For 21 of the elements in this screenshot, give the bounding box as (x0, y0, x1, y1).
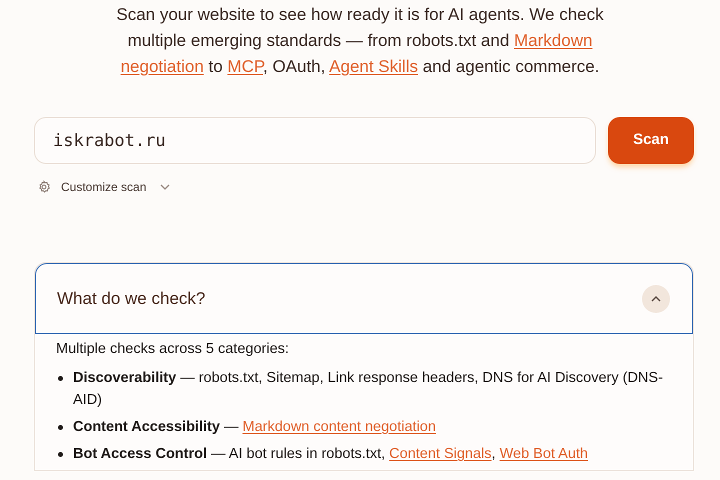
link[interactable]: Content Signals (389, 446, 492, 462)
link[interactable]: Web Bot Auth (500, 446, 588, 462)
bullet-icon (58, 376, 63, 381)
bullet-icon (58, 425, 63, 430)
url-input-field[interactable]: iskrabot.ru (34, 117, 596, 164)
link[interactable]: Agent Skills (329, 57, 418, 76)
bullet-icon (58, 452, 63, 457)
link[interactable]: Markdown (514, 31, 592, 50)
link[interactable]: Markdown content negotiation (242, 419, 436, 435)
link[interactable]: MCP (227, 57, 263, 76)
link[interactable]: negotiation (120, 57, 204, 76)
settings-icon (37, 180, 51, 194)
category-intro-text: Multiple checks across 5 categories: (56, 340, 290, 359)
intro-text: Scan your website to see how ready it is for AI agents. We check multiple emerging standards — from robots.txt and Markdown negotiation to MCP, OAuth, Agent Skills and agentic commerce. (115, 4, 605, 78)
faq-question-button[interactable]: What do we check? (35, 263, 693, 334)
customize-scan-button[interactable]: Customize scan (37, 178, 172, 196)
category-text: Bot Access Control — AI bot rules in robots.txt, Content Signals, Web Bot Auth (73, 445, 588, 464)
category-text: Discoverability — robots.txt, Sitemap, Link response headers, DNS for AI Discovery (DNS-AID) (73, 369, 664, 410)
scan-button[interactable]: Scan (608, 117, 694, 164)
category-text: Content Accessibility — Markdown content negotiation (73, 418, 436, 437)
chevron-icon (641, 284, 671, 314)
